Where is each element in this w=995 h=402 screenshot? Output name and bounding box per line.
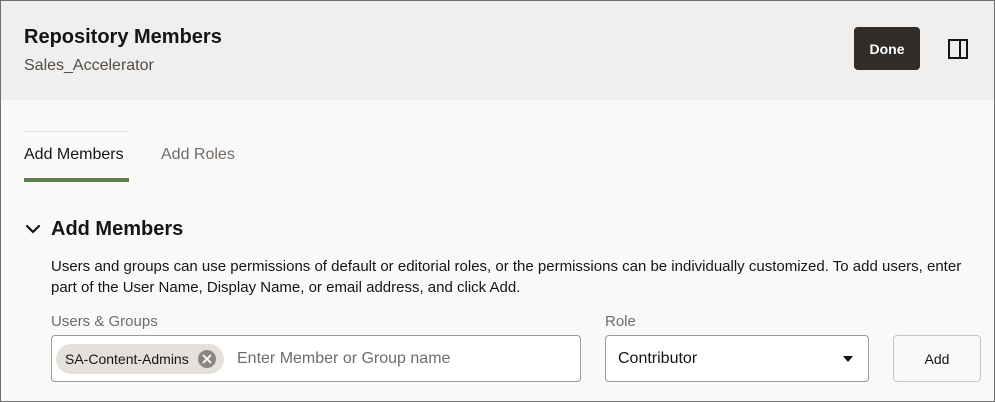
add-button[interactable]: Add — [893, 335, 981, 382]
users-groups-field[interactable]: SA-Content-Admins — [51, 335, 581, 382]
panel-toggle-icon[interactable] — [946, 37, 970, 61]
member-chip: SA-Content-Admins — [56, 344, 224, 374]
tab-add-roles[interactable]: Add Roles — [161, 146, 235, 168]
role-label: Role — [605, 313, 636, 330]
dropdown-caret-icon — [843, 356, 853, 362]
dialog-frame: Repository Members Sales_Accelerator Don… — [0, 0, 995, 402]
header-bar: Repository Members Sales_Accelerator Don… — [1, 1, 994, 100]
remove-chip-icon[interactable] — [198, 350, 216, 368]
tab-divider — [24, 131, 129, 132]
done-button[interactable]: Done — [854, 27, 920, 70]
repository-name: Sales_Accelerator — [24, 57, 154, 74]
role-selected-value: Contributor — [618, 350, 698, 367]
section-description: Users and groups can use permissions of … — [51, 258, 962, 296]
selected-tab-indicator — [24, 178, 129, 182]
chevron-down-icon[interactable] — [24, 220, 42, 238]
member-chip-label: SA-Content-Admins — [65, 351, 189, 367]
section-title: Add Members — [51, 218, 184, 240]
role-select[interactable]: Contributor — [605, 335, 869, 382]
users-groups-label: Users & Groups — [51, 313, 158, 330]
tab-add-members[interactable]: Add Members — [24, 146, 124, 168]
page-title: Repository Members — [24, 26, 222, 48]
member-search-input[interactable] — [237, 346, 567, 372]
